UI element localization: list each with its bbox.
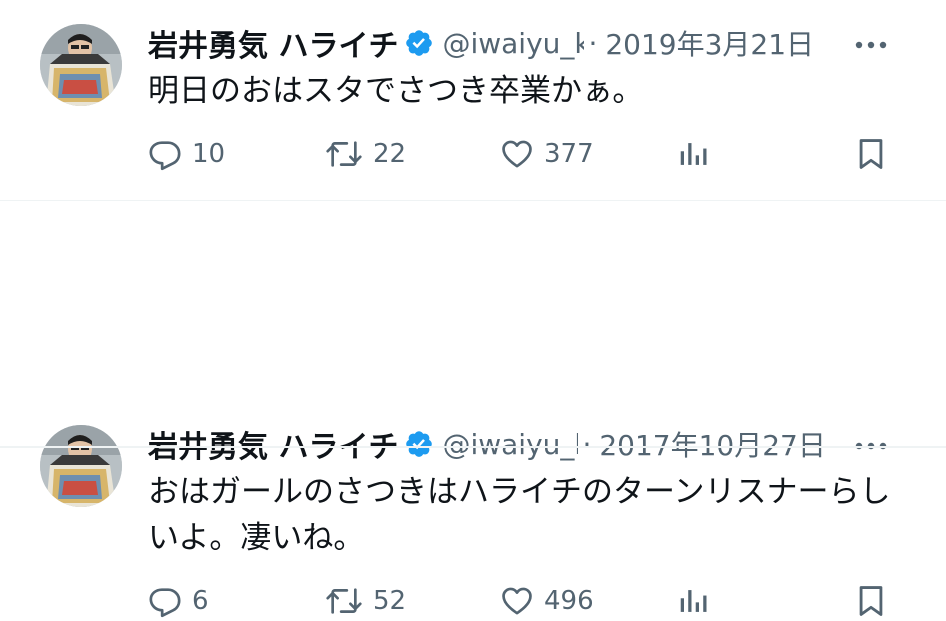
tweet-2[interactable]: 岩井勇気 ハライチ @iwaiyu_k · 2017年10月27日 おはガールの… xyxy=(0,201,946,618)
heart-icon xyxy=(502,140,532,168)
tweet-header: 岩井勇気 ハライチ @iwaiyu_k · 2017年10月27日 xyxy=(148,422,826,466)
views-button[interactable] xyxy=(678,134,708,174)
bookmark-icon xyxy=(859,139,883,169)
avatar-image xyxy=(40,425,122,507)
heart-icon xyxy=(502,587,532,615)
tweet-actions: 6 52 496 xyxy=(0,581,946,621)
like-button[interactable]: 377 xyxy=(500,134,594,174)
retweet-icon xyxy=(326,588,362,614)
views-button[interactable] xyxy=(678,581,708,621)
tweet-1[interactable]: 岩井勇気 ハライチ @iwaiyu_ki · 2019年3月21日 明日のおはス… xyxy=(0,0,946,200)
reply-count: 10 xyxy=(192,139,226,169)
author-name[interactable]: 岩井勇気 ハライチ xyxy=(148,21,398,65)
retweet-count: 52 xyxy=(373,586,407,616)
header-separator: · xyxy=(582,427,592,461)
reply-icon xyxy=(149,141,181,171)
tweet-actions: 10 22 377 xyxy=(0,134,946,174)
avatar[interactable] xyxy=(40,24,122,106)
bookmark-button[interactable] xyxy=(856,581,886,621)
verified-badge-icon xyxy=(404,28,434,58)
tweet-text: 明日のおはスタでさつき卒業かぁ。 xyxy=(148,73,644,109)
like-button[interactable]: 496 xyxy=(500,581,594,621)
like-count: 377 xyxy=(544,139,594,169)
bookmark-button[interactable] xyxy=(856,134,886,174)
retweet-count: 22 xyxy=(373,139,407,169)
reply-button[interactable]: 6 xyxy=(148,581,209,621)
tweet-header: 岩井勇気 ハライチ @iwaiyu_ki · 2019年3月21日 xyxy=(148,21,814,65)
like-count: 496 xyxy=(544,586,594,616)
reply-button[interactable]: 10 xyxy=(148,134,225,174)
tweet-text: おはガールのさつきはハライチのターンリスナーらしいよ。凄いね。 xyxy=(148,474,891,556)
reply-count: 6 xyxy=(192,586,209,616)
tweet-date[interactable]: 2017年10月27日 xyxy=(599,424,826,464)
avatar[interactable] xyxy=(40,425,122,507)
reply-icon xyxy=(149,588,181,618)
author-name[interactable]: 岩井勇気 ハライチ xyxy=(148,422,398,466)
tweet-date[interactable]: 2019年3月21日 xyxy=(605,23,814,63)
verified-badge-icon xyxy=(404,429,434,459)
retweet-button[interactable]: 22 xyxy=(325,134,406,174)
more-icon[interactable] xyxy=(854,40,888,50)
bookmark-icon xyxy=(859,586,883,616)
tweet-divider xyxy=(0,446,946,448)
header-separator: · xyxy=(588,26,598,60)
retweet-button[interactable]: 52 xyxy=(325,581,406,621)
avatar-image xyxy=(40,24,122,106)
views-icon xyxy=(680,143,707,165)
author-handle[interactable]: @iwaiyu_ki xyxy=(442,27,584,60)
author-handle[interactable]: @iwaiyu_k xyxy=(442,428,578,461)
retweet-icon xyxy=(326,141,362,167)
views-icon xyxy=(680,590,707,612)
